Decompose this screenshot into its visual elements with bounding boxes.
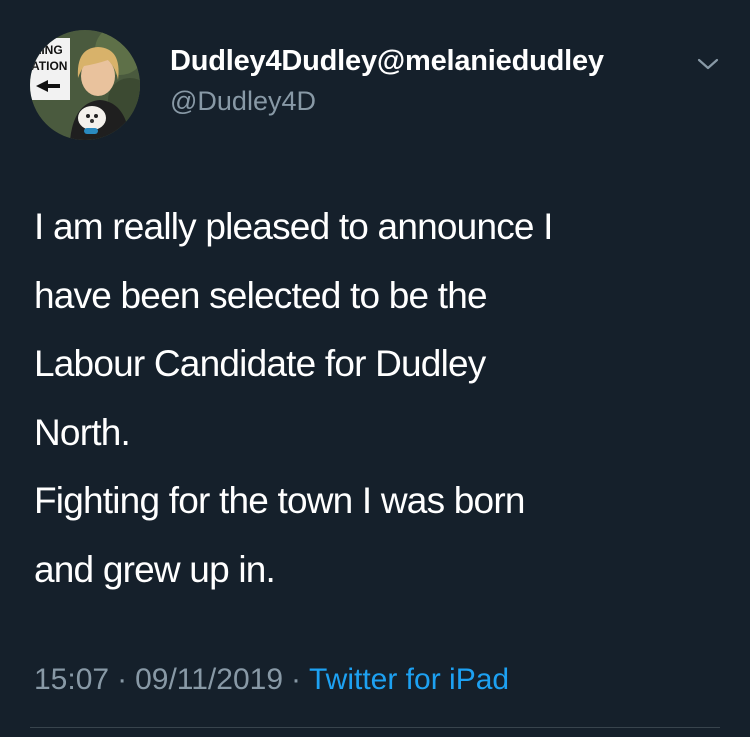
- tweet-text-line: Labour Candidate for Dudley: [34, 343, 486, 384]
- chevron-down-icon[interactable]: [696, 56, 720, 72]
- user-header[interactable]: Dudley4Dudley@melaniedudley @Dudley4D: [170, 44, 604, 118]
- tweet-detail: LING ATION Dudley4Dudley@melaniedudley @…: [0, 0, 750, 737]
- tweet-date: 09/11/2019: [135, 663, 283, 696]
- avatar-image: LING ATION: [30, 30, 140, 140]
- tweet-time: 15:07: [34, 663, 110, 696]
- tweet-text-line: Fighting for the town I was born: [34, 480, 525, 521]
- tweet-text-line: and grew up in.: [34, 548, 276, 590]
- meta-separator: ·: [291, 663, 301, 696]
- user-handle[interactable]: @Dudley4D: [170, 84, 604, 118]
- avatar-sign-line-2: ATION: [31, 59, 67, 73]
- meta-separator: ·: [117, 663, 128, 696]
- tweet-meta: 15:07 · 09/11/2019 · Twitter for iPad: [34, 660, 509, 700]
- tweet-source-link[interactable]: Twitter for iPad: [309, 663, 509, 696]
- avatar[interactable]: LING ATION: [30, 30, 140, 140]
- tweet-text-line: I am really pleased to announce I: [34, 206, 553, 247]
- tweet-text-line: have been selected to be the: [34, 274, 488, 316]
- tweet-text: I am really pleased to announce I have b…: [34, 193, 724, 604]
- tweet-text-line: North.: [34, 411, 131, 453]
- display-name[interactable]: Dudley4Dudley@melaniedudley: [170, 44, 604, 78]
- avatar-sign-line-1: LING: [34, 43, 63, 57]
- divider: [30, 727, 720, 728]
